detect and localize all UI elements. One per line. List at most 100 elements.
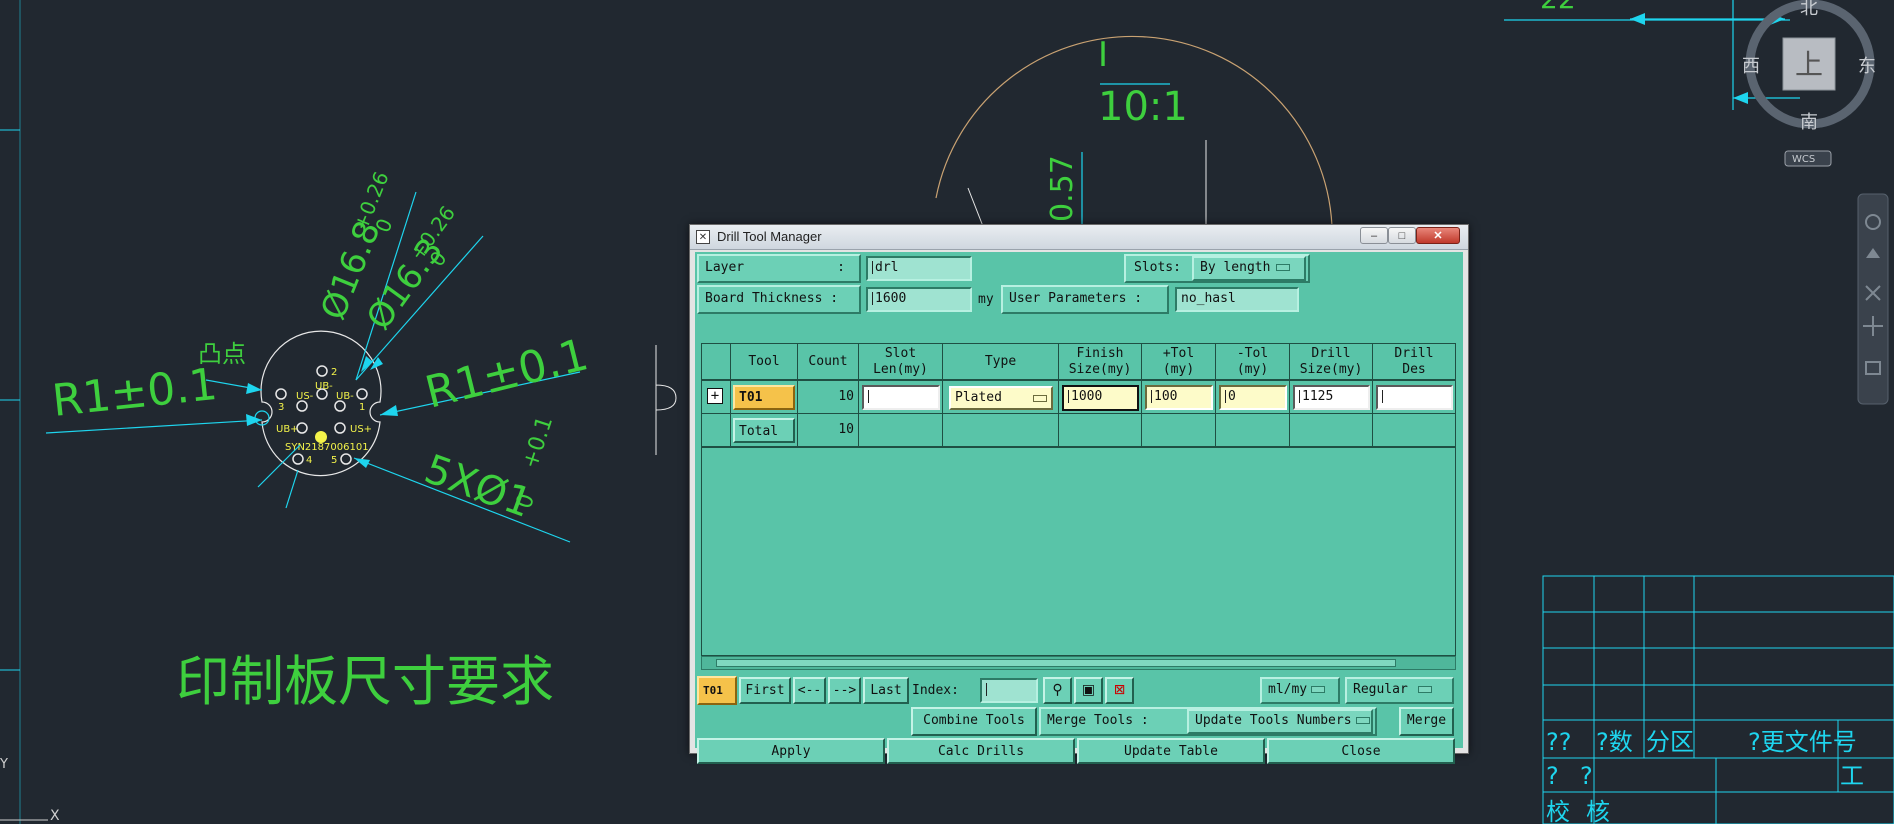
pin-labels: 2 UB- US- UB- 3 1 UB+ US+ SYN2187006101 … (276, 367, 372, 466)
text-cursor-icon (872, 292, 873, 305)
holes-tol-upper: +0.1 (518, 413, 558, 472)
r1-left-label: R1±0.1 (50, 359, 220, 427)
board-thickness-unit: my (978, 292, 994, 307)
text-cursor-icon (986, 683, 987, 696)
detail-arc (935, 35, 1333, 227)
tool-cell: T01 (731, 381, 798, 414)
tool-id-button[interactable]: T01 (733, 385, 795, 410)
apply-button[interactable]: Apply (697, 738, 885, 764)
title-block-cell: ? (1546, 762, 1559, 790)
type-dropdown[interactable]: Plated (949, 386, 1053, 410)
pin-label: 5 (331, 455, 337, 466)
count-value: 10 (838, 389, 854, 404)
pin-label: 2 (331, 367, 337, 378)
title-block-cell: 工 (1840, 762, 1864, 790)
close-button[interactable]: Close (1267, 738, 1455, 764)
dropdown-arrow-icon (1311, 686, 1326, 693)
layer-value: drl (875, 260, 899, 275)
dropdown-arrow-icon (1355, 717, 1370, 724)
slot-len-cell (859, 381, 943, 414)
mode-dropdown[interactable]: Regular (1345, 677, 1454, 704)
close-window-button[interactable]: ✕ (1416, 227, 1460, 244)
row-select-header (702, 344, 731, 381)
slot-len-input[interactable] (862, 385, 940, 410)
drill-tool-manager-dialog[interactable]: ✕ Drill Tool Manager – □ ✕ Layer : drl S… (689, 224, 1469, 764)
plus-tol-value: 100 (1154, 389, 1178, 404)
total-empty-cell (859, 414, 943, 448)
previous-button[interactable]: <-- (793, 677, 826, 704)
maximize-button[interactable]: □ (1388, 227, 1416, 244)
drill-size-input[interactable]: 1125 (1293, 385, 1370, 410)
count-cell: 10 (798, 381, 859, 414)
compass-center-label: 上 (1795, 48, 1823, 81)
layer-input[interactable]: drl (866, 256, 972, 281)
minus-tol-value: 0 (1228, 389, 1236, 404)
delete-tool-icon[interactable]: ⊠ (1105, 677, 1134, 704)
find-tool-icon[interactable]: ⚲ (1043, 677, 1072, 704)
total-label-cell: Total (731, 414, 798, 448)
view-compass[interactable]: 上 北 南 西 东 WCS (1742, 0, 1876, 167)
column-header-count[interactable]: Count (798, 344, 859, 381)
board-thickness-input[interactable]: 1600 (866, 287, 972, 312)
plus-tol-input[interactable]: 100 (1145, 385, 1213, 410)
column-header-drill-size[interactable]: Drill Size(my) (1290, 344, 1373, 381)
column-header-type[interactable]: Type (943, 344, 1059, 381)
finish-size-input[interactable]: 1000 (1062, 385, 1139, 411)
index-label: Index: (912, 683, 959, 698)
combine-tools-button[interactable]: Combine Tools (911, 707, 1037, 736)
navigation-bar[interactable] (1857, 193, 1889, 405)
title-block-cell: ?更文件号 (1748, 728, 1857, 756)
slots-dropdown[interactable]: By length (1192, 256, 1306, 281)
compass-south-label[interactable]: 南 (1800, 112, 1818, 133)
column-header-plus-tol[interactable]: +Tol (my) (1142, 344, 1216, 381)
column-header-drill-des[interactable]: Drill Des (1373, 344, 1455, 381)
first-button[interactable]: First (739, 677, 791, 704)
pin-label: 1 (359, 402, 365, 413)
drill-des-input[interactable] (1376, 385, 1453, 410)
dialog-titlebar[interactable]: ✕ Drill Tool Manager – □ ✕ (690, 225, 1468, 250)
title-block-cell: 核 (1586, 798, 1610, 824)
compass-east-label[interactable]: 东 (1858, 56, 1876, 77)
total-label: Total (733, 418, 795, 443)
tool-table[interactable]: Tool Count Slot Len(my) Type Finish Size… (701, 343, 1456, 656)
drill-size-value: 1125 (1302, 389, 1334, 404)
mode-value: Regular (1353, 682, 1408, 697)
index-input[interactable] (980, 678, 1038, 703)
total-empty-cell (1059, 414, 1142, 448)
merge-tools-dropdown[interactable]: Update Tools Numbers (1187, 709, 1373, 734)
total-empty-cell (1216, 414, 1290, 448)
column-header-slot-len[interactable]: Slot Len(my) (859, 344, 943, 381)
scale-ratio-label: 10:1 (1098, 84, 1188, 130)
title-block-cell: ?? (1546, 728, 1571, 756)
calc-drills-button[interactable]: Calc Drills (887, 738, 1075, 764)
user-parameters-input[interactable]: no_hasl (1175, 287, 1299, 312)
minimize-button[interactable]: – (1360, 227, 1388, 244)
wcs-button[interactable]: WCS (1792, 154, 1815, 165)
row-expand-cell: + (702, 381, 731, 414)
compass-north-label[interactable]: 北 (1800, 0, 1818, 19)
pin-label: 4 (306, 455, 312, 466)
layer-label-text: Layer (705, 260, 745, 275)
layer-label-colon: : (837, 260, 845, 275)
update-table-button[interactable]: Update Table (1077, 738, 1265, 764)
compass-west-label[interactable]: 西 (1742, 56, 1760, 77)
minus-tol-input[interactable]: 0 (1219, 385, 1287, 410)
column-header-tool[interactable]: Tool (731, 344, 798, 381)
total-empty-cell (1142, 414, 1216, 448)
expand-row-button[interactable]: + (707, 388, 723, 404)
edit-tool-icon[interactable]: ▣ (1074, 677, 1103, 704)
scrollbar-thumb[interactable] (716, 659, 1396, 667)
next-button[interactable]: --> (828, 677, 861, 704)
table-horizontal-scrollbar[interactable] (701, 656, 1456, 670)
column-header-finish-size[interactable]: Finish Size(my) (1059, 344, 1142, 381)
last-button[interactable]: Last (863, 677, 909, 704)
units-dropdown[interactable]: ml/my (1260, 677, 1340, 704)
text-cursor-icon (1068, 390, 1069, 403)
finish-size-cell: 1000 (1059, 381, 1142, 414)
total-empty-cell (943, 414, 1059, 448)
title-block-cell: ?数 (1596, 728, 1633, 756)
pin-label: UB- (315, 381, 333, 392)
merge-button[interactable]: Merge (1399, 707, 1454, 736)
title-block-cell: 分区 (1646, 728, 1694, 756)
column-header-minus-tol[interactable]: -Tol (my) (1216, 344, 1290, 381)
